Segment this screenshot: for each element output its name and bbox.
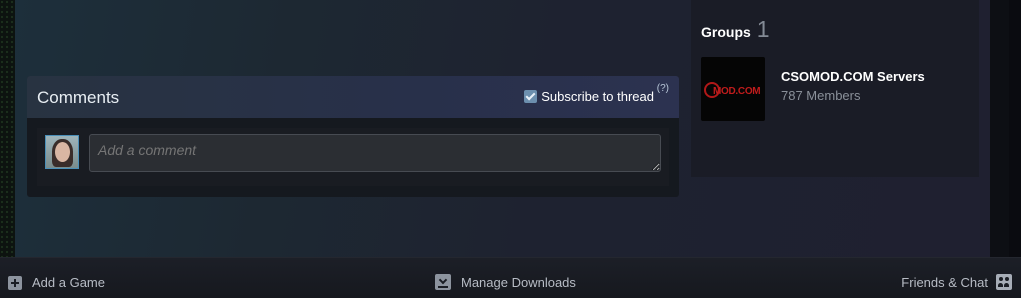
friends-chat-button[interactable]: Friends & Chat (901, 274, 1012, 290)
comments-panel: Comments Subscribe to thread (?) (27, 76, 679, 197)
friends-icon (996, 274, 1012, 290)
page-background-strip (0, 0, 15, 257)
group-name[interactable]: CSOMOD.COM Servers (781, 69, 925, 84)
right-margin (990, 0, 1021, 257)
comment-input[interactable] (89, 134, 661, 172)
add-game-label[interactable]: Add a Game (32, 275, 105, 290)
groups-label[interactable]: Groups (701, 24, 751, 40)
group-members: 787 Members (781, 88, 861, 103)
download-icon (435, 274, 451, 290)
manage-downloads-label[interactable]: Manage Downloads (461, 275, 576, 290)
comments-title: Comments (37, 88, 120, 107)
add-game-button[interactable]: Add a Game (8, 275, 105, 290)
help-link[interactable]: (?) (657, 83, 669, 94)
comment-entry-area (37, 128, 669, 186)
groups-count[interactable]: 1 (757, 16, 770, 43)
manage-downloads-button[interactable]: Manage Downloads (435, 274, 576, 290)
subscribe-toggle[interactable]: Subscribe to thread (524, 89, 654, 104)
bottom-bar: Add a Game Manage Downloads Friends & Ch… (0, 257, 1021, 298)
plus-icon (8, 275, 22, 290)
group-logo[interactable]: MOD.COM (701, 57, 765, 121)
group-item[interactable]: MOD.COM CSOMOD.COM Servers 787 Members (701, 57, 971, 121)
friends-chat-label[interactable]: Friends & Chat (901, 275, 988, 290)
group-logo-text: MOD.COM (713, 86, 761, 97)
scrollbar[interactable] (1009, 0, 1021, 257)
subscribe-label[interactable]: Subscribe to thread (541, 89, 654, 104)
groups-heading[interactable]: Groups 1 (701, 16, 770, 43)
subscribe-checkbox[interactable] (524, 90, 538, 103)
profile-main-area: Comments Subscribe to thread (?) Groups … (15, 0, 990, 257)
groups-panel: Groups 1 MOD.COM CSOMOD.COM Servers 787 … (691, 0, 979, 177)
comments-header: Comments Subscribe to thread (?) (27, 76, 679, 118)
avatar[interactable] (45, 135, 79, 169)
